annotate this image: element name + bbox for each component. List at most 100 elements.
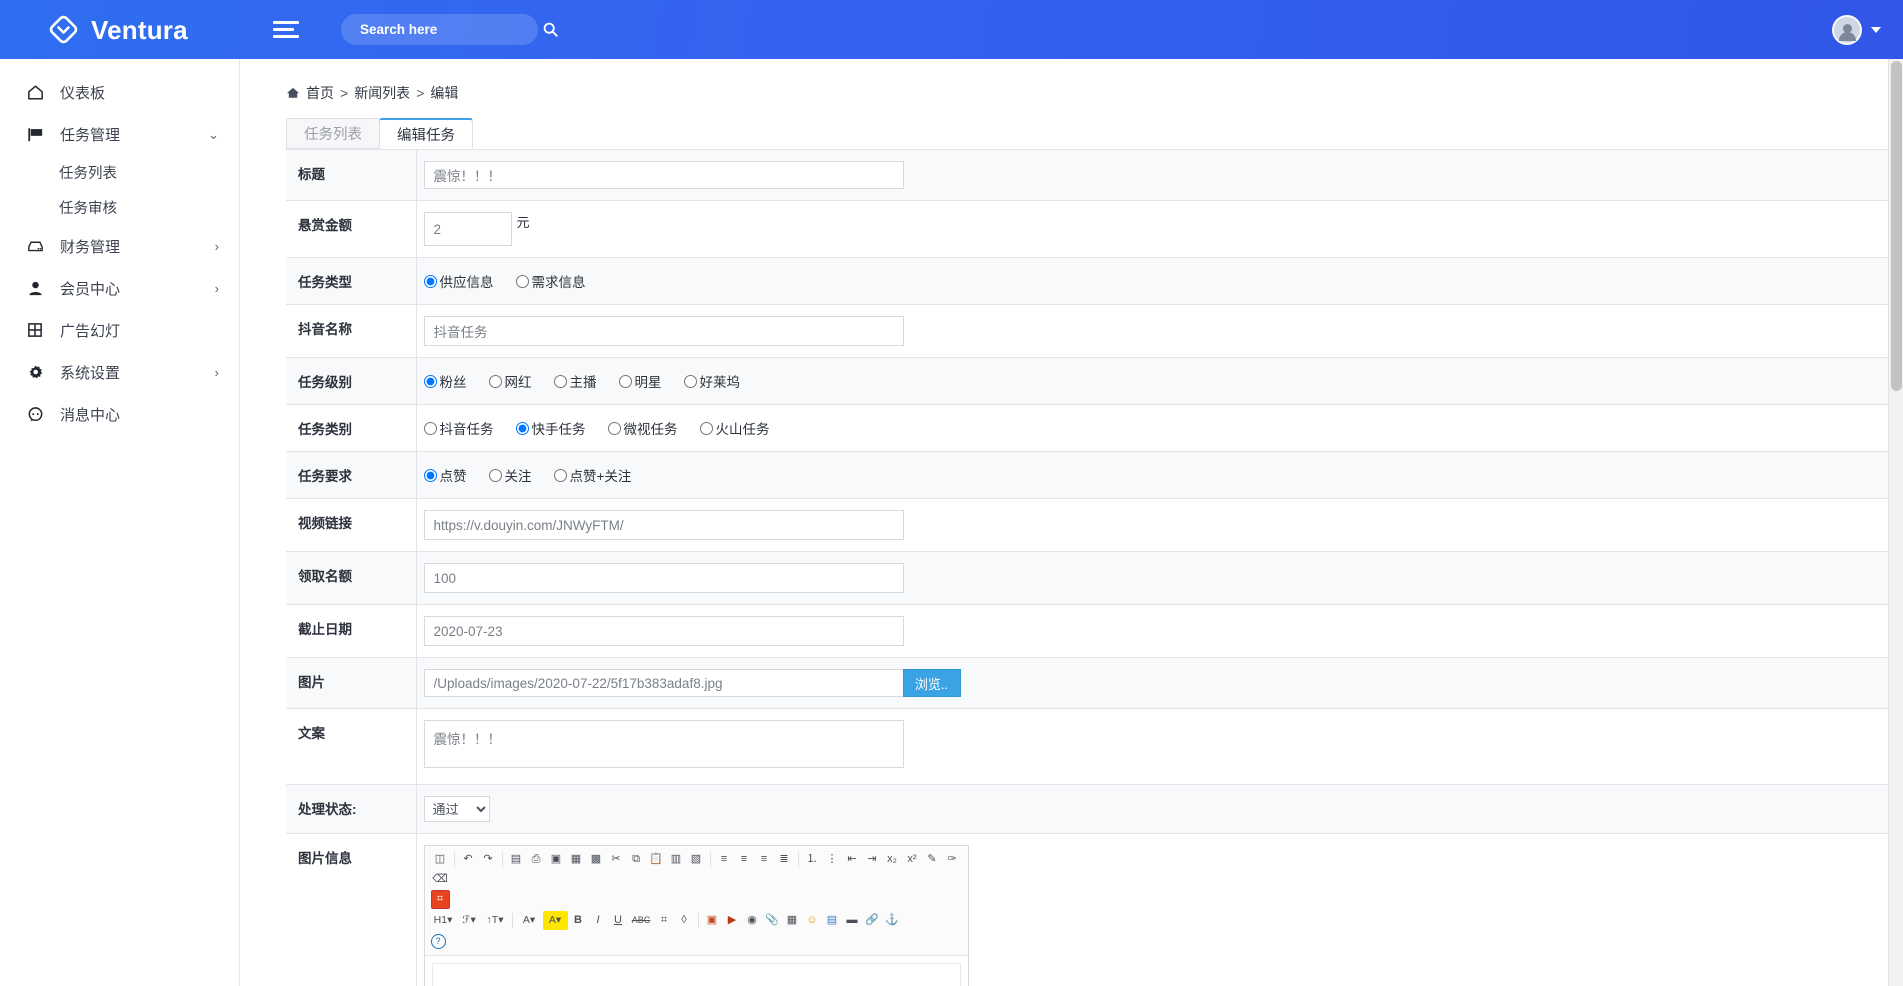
radio-input[interactable] [489,469,502,482]
sidebar-item-message-center[interactable]: 消息中心 [0,393,239,435]
radio-input[interactable] [489,375,502,388]
indent-increase-icon[interactable]: ⇥ [863,850,882,869]
radio-task-type-supply[interactable]: 供应信息 [424,271,494,291]
douyin-name-input[interactable] [424,316,904,346]
radio-task-type-demand[interactable]: 需求信息 [516,271,586,291]
radio-task-category-weishi[interactable]: 微视任务 [608,418,678,438]
heading-select-icon[interactable]: H1▾ [431,911,456,930]
search-input[interactable] [358,21,543,38]
eraser-icon[interactable]: ◊ [675,911,694,930]
sidebar-item-finance[interactable]: 财务管理 › [0,225,239,267]
select-all-icon[interactable]: ▣ [547,850,566,869]
radio-input[interactable] [424,422,437,435]
tab-edit-task[interactable]: 编辑任务 [379,118,473,149]
radio-input[interactable] [684,375,697,388]
align-justify-icon[interactable]: ≣ [775,850,794,869]
paste-word-icon[interactable]: ▩ [587,850,606,869]
sidebar-subitem-task-review[interactable]: 任务审核 [0,190,239,225]
quota-input[interactable] [424,563,904,593]
radio-input[interactable] [554,375,567,388]
remove-format-icon[interactable]: ✑ [943,850,962,869]
sidebar-item-dashboard[interactable]: 仪表板 [0,71,239,113]
radio-input[interactable] [700,422,713,435]
sidebar-item-member-center[interactable]: 会员中心 › [0,267,239,309]
radio-task-category-huoshan[interactable]: 火山任务 [700,418,770,438]
auto-typeset-icon[interactable]: ⌗ [431,890,450,909]
bounty-input[interactable] [424,212,512,246]
bold-icon[interactable]: B [569,911,588,930]
sidebar-item-system-settings[interactable]: 系统设置 › [0,351,239,393]
radio-input[interactable] [424,469,437,482]
paste-clean-icon[interactable]: ▦ [567,850,586,869]
chevron-right-icon[interactable]: › [215,366,219,379]
browse-button[interactable]: 浏览.. [903,669,961,697]
radio-task-category-douyin[interactable]: 抖音任务 [424,418,494,438]
help-icon[interactable]: ? [431,934,446,949]
radio-input[interactable] [516,275,529,288]
search-box[interactable] [341,14,538,45]
radio-requirement-like[interactable]: 点赞 [424,465,467,485]
underline-icon[interactable]: U [609,911,628,930]
align-right-icon[interactable]: ≡ [755,850,774,869]
sidebar-item-ad-slides[interactable]: 广告幻灯 [0,309,239,351]
emoji-icon[interactable]: ☺ [803,911,822,930]
align-center-icon[interactable]: ≡ [735,850,754,869]
link-icon[interactable]: 🔗 [863,911,882,930]
radio-task-level-hollywood[interactable]: 好莱坞 [684,371,741,391]
grid-table-icon[interactable]: ⌗ [655,911,674,930]
radio-input[interactable] [424,375,437,388]
sidebar-subitem-task-list[interactable]: 任务列表 [0,155,239,190]
header-user-area[interactable] [1832,15,1903,45]
avatar[interactable] [1832,15,1862,45]
paste-html-icon[interactable]: ▧ [687,850,706,869]
ordered-list-icon[interactable]: ⒈ [803,850,822,869]
anchor-icon[interactable]: ⚓ [883,911,902,930]
undo-icon[interactable]: ↶ [459,850,478,869]
radio-input[interactable] [424,275,437,288]
paste-icon[interactable]: 📋 [647,850,666,869]
deadline-input[interactable] [424,616,904,646]
copy-text-textarea[interactable]: 震惊！！！ [424,720,904,768]
radio-task-level-influencer[interactable]: 网红 [489,371,532,391]
insert-image-icon[interactable]: ▣ [703,911,722,930]
radio-requirement-like-follow[interactable]: 点赞+关注 [554,465,632,485]
strikethrough-icon[interactable]: ABC [629,911,654,930]
image-path-input[interactable] [424,669,903,697]
search-icon[interactable] [543,22,558,37]
font-family-icon[interactable]: ℱ▾ [457,911,482,930]
chevron-right-icon[interactable]: › [215,240,219,253]
video-link-input[interactable] [424,510,904,540]
radio-requirement-follow[interactable]: 关注 [489,465,532,485]
format-painter-icon[interactable]: ✎ [923,850,942,869]
italic-icon[interactable]: I [589,911,608,930]
insert-map-icon[interactable]: ◉ [743,911,762,930]
insert-video-icon[interactable]: ▶ [723,911,742,930]
background-image-icon[interactable]: ▤ [823,911,842,930]
hamburger-icon[interactable] [273,19,299,41]
indent-decrease-icon[interactable]: ⇤ [843,850,862,869]
title-input[interactable] [424,161,904,189]
scrollbar-thumb[interactable] [1891,61,1902,391]
superscript-icon[interactable]: x² [903,850,922,869]
font-size-icon[interactable]: ↑T▾ [483,911,508,930]
redo-icon[interactable]: ↷ [479,850,498,869]
breadcrumb-item-home[interactable]: 首页 [306,83,334,103]
align-left-icon[interactable]: ≡ [715,850,734,869]
radio-input[interactable] [516,422,529,435]
radio-input[interactable] [554,469,567,482]
tab-task-list[interactable]: 任务列表 [286,118,380,149]
brand-logo[interactable]: Ventura [0,0,240,59]
font-color-icon[interactable]: A▾ [517,911,542,930]
chevron-right-icon[interactable]: › [215,282,219,295]
chevron-down-icon[interactable] [1871,27,1881,33]
radio-task-level-host[interactable]: 主播 [554,371,597,391]
radio-task-category-kuaishou[interactable]: 快手任务 [516,418,586,438]
page-scrollbar[interactable] [1888,59,1903,986]
chevron-down-icon[interactable]: ⌄ [208,128,219,141]
status-select[interactable]: 通过 未通过 待审核 [424,796,490,822]
background-color-icon[interactable]: A▾ [543,911,568,930]
radio-input[interactable] [619,375,632,388]
breadcrumb-item-news-list[interactable]: 新闻列表 [354,83,410,103]
paste-plain-icon[interactable]: ▥ [667,850,686,869]
copy-icon[interactable]: ⧉ [627,850,646,869]
